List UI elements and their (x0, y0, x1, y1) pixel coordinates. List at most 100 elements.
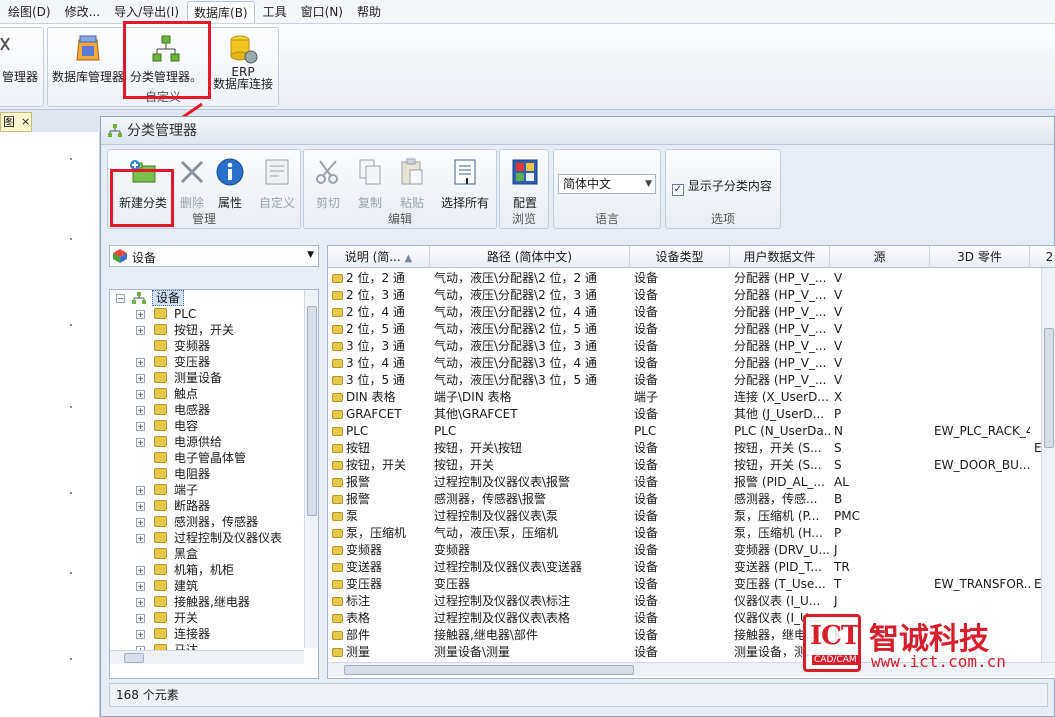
table-row[interactable]: 变压器变压器设备变压器 (T_Use...TEW_TRANSFOR...EW_ (328, 576, 1055, 593)
expand-icon[interactable]: + (136, 486, 145, 495)
table-row[interactable]: PLC PLC PLC PLC (N_UserDa... N EW_PLC_RACK_4 (328, 423, 1055, 440)
tree-item[interactable]: + 测量设备 (110, 370, 305, 386)
col-user-data-file[interactable]: 用户数据文件 (730, 246, 830, 268)
expand-icon[interactable]: + (136, 438, 145, 447)
tree-item[interactable]: 电阻器 (110, 466, 305, 482)
grid-hscroll-thumb[interactable] (344, 665, 634, 675)
tree-item[interactable]: + 连接器 (110, 626, 305, 642)
expand-icon[interactable]: + (136, 310, 145, 319)
expand-icon[interactable]: + (136, 518, 145, 527)
table-row[interactable]: 泵，压缩机 气动，液压\泵，压缩机 设备 泵，压缩机 (H... P (328, 525, 1055, 542)
table-row[interactable]: 泵 过程控制及仪器仪表\泵 设备 泵，压缩机 (P... PMC (328, 508, 1055, 525)
custom-button[interactable]: 自定义 (254, 156, 300, 211)
tree-item[interactable]: 黑盒 (110, 546, 305, 562)
table-row[interactable]: 报警 过程控制及仪器仪表\报警 设备 报警 (PID_AL_... AL (328, 474, 1055, 491)
tree-scroll-thumb[interactable] (307, 306, 317, 516)
tree-item[interactable]: + 机箱，机柜 (110, 562, 305, 578)
category-tree[interactable]: − 设备 + PLC + 按钮，开关 变频器 + 变压器 + 测量设备 + 触点 + 电感器 + 电容 + 电源… (109, 289, 319, 679)
tree-item[interactable]: + 电源供给 (110, 434, 305, 450)
table-row[interactable]: 3 位，3 通 气动，液压\分配器\3 位，3 通 设备 分配器 (HP_V_... V (328, 338, 1055, 355)
col-extra[interactable]: 2 (1030, 246, 1055, 268)
checkbox-checked-icon[interactable]: ✓ (672, 184, 684, 196)
menu-draw[interactable]: 绘图(D) (2, 1, 57, 23)
table-row[interactable]: 2 位，4 通 气动，液压\分配器\2 位，4 通 设备 分配器 (HP_V_... V (328, 304, 1055, 321)
tree-item[interactable]: + 电感器 (110, 402, 305, 418)
expand-icon[interactable]: + (136, 390, 145, 399)
expand-icon[interactable]: + (136, 598, 145, 607)
tree-item[interactable]: + 按钮，开关 (110, 322, 305, 338)
select-all-button[interactable]: 选择所有 (436, 156, 494, 211)
tree-item[interactable]: + 触点 (110, 386, 305, 402)
table-row[interactable]: 按钮，开关 按钮，开关 设备 按钮，开关 (S... S EW_DOOR_BU... (328, 457, 1055, 474)
menu-modify[interactable]: 修改... (59, 1, 106, 23)
config-button[interactable]: 配置 (502, 156, 548, 211)
expand-icon[interactable]: + (136, 582, 145, 591)
menu-tools[interactable]: 工具 (257, 1, 293, 23)
table-row[interactable]: GRAFCET 其他\GRAFCET 设备 其他 (J_UserD... P (328, 406, 1055, 423)
tree-item[interactable]: + 断路器 (110, 498, 305, 514)
tree-hscroll-thumb[interactable] (124, 653, 144, 663)
tree-item[interactable]: 变频器 (110, 338, 305, 354)
table-row[interactable]: 报警 感测器，传感器\报警 设备 感测器，传感... B (328, 491, 1055, 508)
expand-icon[interactable]: + (136, 630, 145, 639)
expand-icon[interactable]: + (136, 614, 145, 623)
tree-horizontal-scrollbar[interactable] (110, 650, 304, 664)
database-manager-button[interactable]: 数据库管理器 (50, 32, 126, 85)
table-row[interactable]: 按钮按钮，开关\按钮设备按钮，开关 (S...SEW_ (328, 440, 1055, 457)
col-path[interactable]: 路径 (简体中文) (430, 246, 630, 268)
menu-help[interactable]: 帮助 (351, 1, 387, 23)
cut-button[interactable]: 剪切 (308, 156, 348, 211)
expand-icon[interactable]: + (136, 534, 145, 543)
table-row[interactable]: 变送器 过程控制及仪器仪表\变送器 设备 变送器 (PID_T... TR (328, 559, 1055, 576)
table-row[interactable]: 标注 过程控制及仪器仪表\标注 设备 仪器仪表 (I_U... J (328, 593, 1055, 610)
properties-button[interactable]: 属性 (210, 156, 250, 211)
tree-item[interactable]: + 建筑 (110, 578, 305, 594)
drawing-canvas[interactable] (0, 132, 100, 717)
tree-item[interactable]: + PLC (110, 306, 305, 322)
col-source[interactable]: 源 (830, 246, 930, 268)
tree-vertical-scrollbar[interactable] (304, 290, 318, 648)
manager-button[interactable]: 管理器 (0, 32, 43, 85)
expand-icon[interactable]: + (136, 406, 145, 415)
folder-icon (332, 274, 343, 283)
expand-icon[interactable]: + (136, 566, 145, 575)
erp-connection-button[interactable]: ERP 数据库连接 (208, 32, 278, 90)
grid-vertical-scrollbar[interactable] (1041, 268, 1055, 662)
menu-window[interactable]: 窗口(N) (295, 1, 349, 23)
table-row[interactable]: 3 位，4 通 气动，液压\分配器\3 位，4 通 设备 分配器 (HP_V_... V (328, 355, 1055, 372)
table-row[interactable]: 3 位，5 通 气动，液压\分配器\3 位，5 通 设备 分配器 (HP_V_... V (328, 372, 1055, 389)
tree-item[interactable]: + 开关 (110, 610, 305, 626)
expand-icon[interactable]: + (136, 374, 145, 383)
tree-root-select[interactable]: 设备 ▼ (109, 245, 319, 267)
table-row[interactable]: 2 位，5 通 气动，液压\分配器\2 位，5 通 设备 分配器 (HP_V_... V (328, 321, 1055, 338)
expand-icon[interactable]: + (136, 358, 145, 367)
tree-item[interactable]: + 感测器，传感器 (110, 514, 305, 530)
menu-database[interactable]: 数据库(B) (187, 0, 255, 23)
tree-item[interactable]: 电子管晶体管 (110, 450, 305, 466)
expand-icon[interactable]: + (136, 326, 145, 335)
menu-import-export[interactable]: 导入/导出(I) (108, 1, 185, 23)
language-select[interactable]: 简体中文 ▼ (558, 174, 656, 194)
col-device-type[interactable]: 设备类型 (630, 246, 730, 268)
table-row[interactable]: 2 位，3 通 气动，液压\分配器\2 位，3 通 设备 分配器 (HP_V_... V (328, 287, 1055, 304)
tree-item[interactable]: + 变压器 (110, 354, 305, 370)
expand-icon[interactable]: + (136, 502, 145, 511)
close-icon[interactable]: × (21, 113, 30, 131)
copy-button[interactable]: 复制 (350, 156, 390, 211)
tree-item[interactable]: + 端子 (110, 482, 305, 498)
tree-item[interactable]: + 接触器,继电器 (110, 594, 305, 610)
delete-button[interactable]: 删除 (174, 156, 210, 211)
collapse-icon[interactable]: − (116, 294, 125, 303)
tree-item[interactable]: + 电容 (110, 418, 305, 434)
paste-button[interactable]: 粘贴 (392, 156, 432, 211)
show-subcategory-option[interactable]: ✓ 显示子分类内容 (672, 177, 772, 196)
table-row[interactable]: 变频器 变频器 设备 变频器 (DRV_U... J (328, 542, 1055, 559)
drawing-tab[interactable]: 图 × (0, 112, 32, 132)
col-3d-part[interactable]: 3D 零件 (930, 246, 1030, 268)
expand-icon[interactable]: + (136, 422, 145, 431)
col-description[interactable]: 说明 (简... ▲ (328, 246, 430, 268)
grid-scroll-thumb[interactable] (1044, 328, 1054, 448)
table-row[interactable]: 2 位，2 通 气动，液压\分配器\2 位，2 通 设备 分配器 (HP_V_... V (328, 270, 1055, 287)
tree-item[interactable]: + 过程控制及仪器仪表 (110, 530, 305, 546)
table-row[interactable]: DIN 表格 端子\DIN 表格 端子 连接 (X_UserD... X (328, 389, 1055, 406)
